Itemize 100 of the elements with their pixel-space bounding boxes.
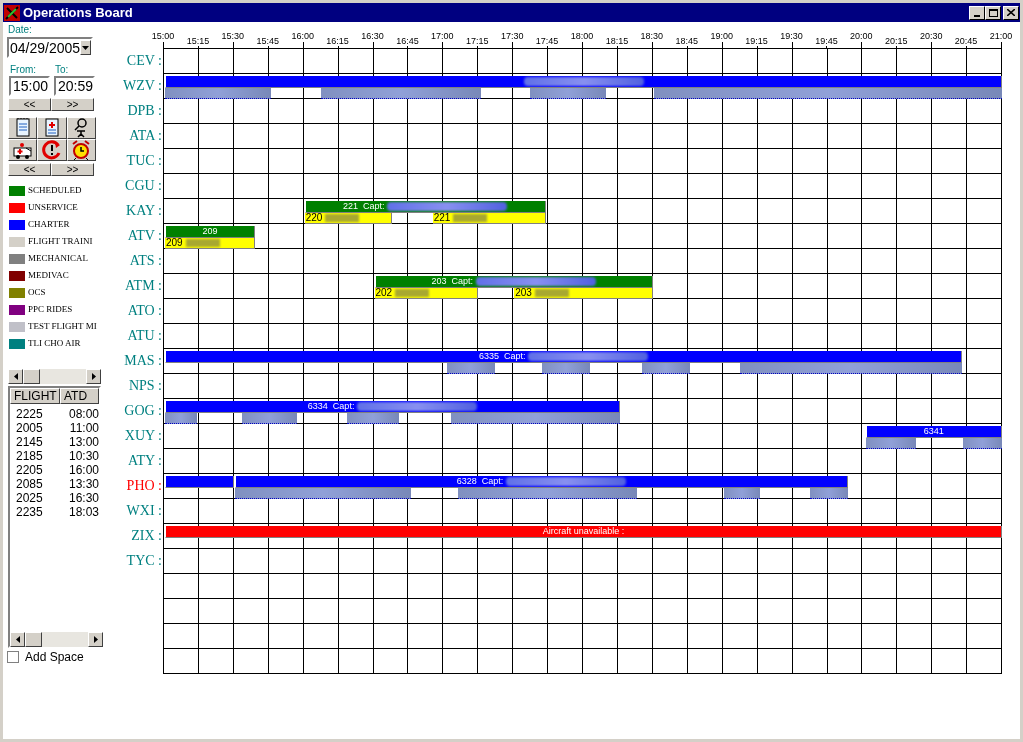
time-label: 19:45 [815, 37, 838, 46]
column-header[interactable]: FLIGHT [10, 388, 60, 404]
flight-bar[interactable]: 6341 [865, 426, 1002, 438]
redacted-name [534, 289, 569, 297]
aircraft-label[interactable]: XUY : [124, 425, 162, 446]
aircraft-label[interactable]: WXI : [126, 500, 162, 521]
aircraft-label[interactable]: DPB : [127, 100, 162, 121]
previous-button[interactable]: << [8, 98, 51, 111]
table-cell-text: 2005 [15, 421, 44, 435]
aircraft-label[interactable]: ATU : [127, 325, 162, 346]
refresh-alert-icon [41, 139, 63, 161]
aircraft-label[interactable]: KAY : [126, 200, 162, 221]
crew-leg[interactable] [809, 488, 849, 499]
left-arrow-icon [15, 636, 20, 643]
time-label: 16:45 [396, 37, 419, 46]
flight-bar-label: 203 Capt: [431, 277, 473, 286]
next-button[interactable]: >> [51, 163, 94, 176]
flight-bar[interactable]: 221 Capt: [304, 201, 546, 213]
date-dropdown[interactable]: 04/29/2005 [7, 37, 93, 58]
flight-bar-label: 6328 Capt: [456, 477, 504, 486]
aircraft-label[interactable]: ZIX : [131, 525, 162, 546]
time-label: 17:00 [431, 32, 454, 41]
aircraft-label[interactable]: NPS : [128, 375, 162, 396]
aircraft-label[interactable]: ATV : [127, 225, 162, 246]
legend-label: PPC RIDES [28, 302, 74, 316]
table-cell-text: 13:00 [67, 435, 99, 449]
crew-leg[interactable] [723, 488, 760, 499]
flight-bar[interactable]: 203 Capt: [374, 276, 653, 288]
flight-bar[interactable]: 6334 Capt: [165, 401, 621, 413]
window-title: Operations Board [23, 6, 133, 19]
horizontal-scrollbar[interactable] [8, 369, 101, 384]
flight-bar[interactable]: 209 [165, 226, 255, 238]
aircraft-label[interactable]: TYC : [126, 550, 162, 571]
add-space-checkbox[interactable] [7, 651, 19, 663]
close-icon [1007, 9, 1015, 16]
from-time-field[interactable]: 15:00 [9, 76, 50, 96]
toolbar-button[interactable] [66, 117, 96, 139]
flight-leg[interactable]: 221 [432, 213, 546, 224]
flight-leg[interactable]: 220 [304, 213, 393, 224]
toolbar-button[interactable] [66, 139, 96, 161]
time-label: 19:15 [745, 37, 768, 46]
flight-bar[interactable]: 6335 Capt: [165, 351, 963, 363]
toolbar-button[interactable] [37, 117, 67, 139]
aircraft-label[interactable]: CGU : [125, 175, 162, 196]
left-arrow-icon [13, 373, 18, 380]
time-label: 17:45 [535, 37, 559, 46]
flight-leg[interactable]: 202 [374, 288, 479, 299]
unavailable-bar[interactable]: Aircraft unavailable : [165, 526, 1002, 538]
legend-label: UNSERVICE [28, 200, 79, 214]
to-time-field[interactable]: 20:59 [54, 76, 95, 96]
flight-bar-label: 6335 Capt: [478, 352, 526, 361]
flight-bar-label: Aircraft unavailable : [542, 527, 625, 536]
time-label: 21:00 [989, 32, 1013, 41]
add-space-label: Add Space [25, 651, 84, 663]
previous-button[interactable]: << [8, 163, 51, 176]
flight-bar-label: 6334 Capt: [307, 402, 355, 411]
flight-bar[interactable]: 6328 Capt: [234, 476, 849, 488]
aircraft-label[interactable]: ATS : [129, 250, 162, 271]
time-label: 15:30 [221, 32, 245, 41]
toolbar-button[interactable] [8, 117, 38, 139]
time-label: 16:30 [361, 32, 384, 41]
aircraft-label[interactable]: GOG : [124, 400, 162, 421]
toolbar-button[interactable] [37, 139, 67, 161]
legend-label: MECHANICAL [28, 251, 89, 265]
time-label: 15:15 [186, 37, 210, 46]
next-button[interactable]: >> [51, 98, 94, 111]
aircraft-label[interactable]: TUC : [126, 150, 162, 171]
legend-label: CHARTER [28, 217, 71, 231]
caret-icon [82, 45, 90, 50]
close-button[interactable] [1003, 5, 1019, 20]
table-cell-text: 16:00 [67, 463, 99, 477]
column-header[interactable]: ATD [60, 388, 99, 404]
horizontal-scrollbar[interactable] [10, 632, 103, 647]
redacted-name [395, 289, 430, 297]
aircraft-label[interactable]: ATO : [127, 300, 162, 321]
aircraft-label[interactable]: MAS : [124, 350, 162, 371]
maximize-icon [988, 8, 998, 17]
aircraft-label[interactable]: CEV : [126, 50, 162, 71]
flight-leg[interactable]: 209 [165, 238, 255, 249]
aircraft-label[interactable]: PHO : [126, 475, 162, 496]
maximize-button[interactable] [985, 5, 1001, 20]
aircraft-label[interactable]: ATA : [129, 125, 162, 146]
table-cell-text: 18:03 [67, 505, 99, 519]
redacted-name [325, 214, 360, 222]
table-cell-text: 2145 [15, 435, 44, 449]
time-label: 18:15 [605, 37, 629, 46]
flight-bar[interactable] [165, 76, 1002, 88]
flight-list[interactable]: FLIGHT ATD 2225 08:00 2005 11:00 2145 13:00 2185 10:30 2205 16:00 2085 13:30 2025 16:30 2235 18:03 [8, 386, 101, 648]
minimize-button[interactable] [969, 5, 985, 20]
table-cell-text: 08:00 [67, 407, 99, 421]
toolbar-button[interactable] [8, 139, 38, 161]
aircraft-label[interactable]: ATY : [127, 450, 162, 471]
right-arrow-icon [93, 636, 98, 643]
flight-leg[interactable]: 203 [514, 288, 653, 299]
legend-label: TEST FLIGHT MI [28, 319, 98, 333]
aircraft-label[interactable]: WZV : [123, 75, 162, 96]
time-label: 16:15 [326, 37, 349, 46]
time-label: 17:15 [466, 37, 489, 46]
crew-leg[interactable] [346, 413, 400, 424]
aircraft-label[interactable]: ATM : [125, 275, 162, 296]
